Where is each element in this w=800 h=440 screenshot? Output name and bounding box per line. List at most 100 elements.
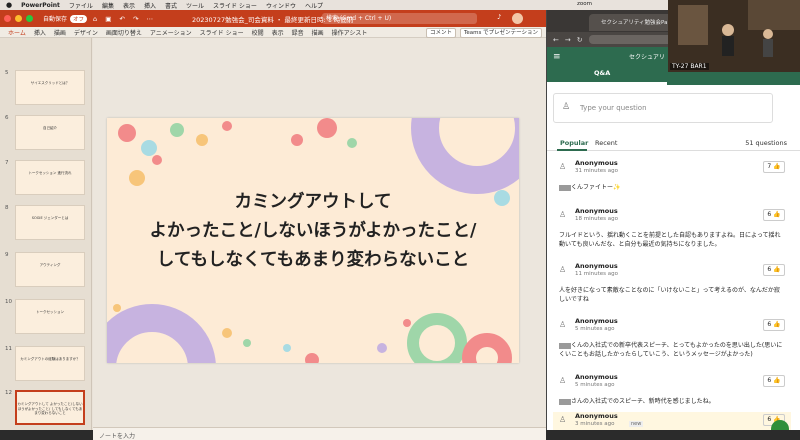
search-input[interactable]: 検索 (Cmd + Ctrl + U) [322,13,477,24]
thumbnail-card: トークセッション 進行流れ [15,160,85,195]
slido-panel: ≡ セクシュアリ Q&A ♙ Type your question Popula… [547,47,800,430]
thumbnail-number: 9 [5,252,9,258]
question-author: Anonymous [575,317,618,325]
apple-icon[interactable]: ● [6,1,12,9]
question-input[interactable]: ♙ Type your question [553,93,773,123]
like-button[interactable]: 7 👍 [763,161,785,173]
menu-slideshow[interactable]: スライド ショー [213,1,257,10]
thumbnail-number: 12 [5,390,12,396]
question-item: ♙ Anonymous 11 minutes ago 6 👍 人を好きになって素… [553,262,791,314]
menu-format[interactable]: 書式 [165,1,177,10]
like-button[interactable]: 6 👍 [763,319,785,331]
tab-insert[interactable]: 挿入 [34,28,46,37]
current-slide[interactable]: カミングアウトして よかったこと/しないほうがよかったこと/ してもしなくてもあ… [107,118,519,363]
question-text-body: くんの入社式での新卒代表スピーチ、とってもよかったのを思い出した(思いにくいこと… [559,342,783,358]
user-icon: ♙ [562,102,571,112]
slide-line-3: してもしなくてもあまり変わらないこと [156,250,470,270]
tab-slideshow[interactable]: スライド ショー [200,28,244,37]
avatar[interactable] [512,13,523,24]
menu-insert[interactable]: 挿入 [144,1,156,10]
tab-popular[interactable]: Popular [560,139,588,147]
question-time: 18 minutes ago [575,216,618,222]
like-count: 6 [767,377,772,384]
menu-view[interactable]: 表示 [123,1,135,10]
new-badge: new [629,421,644,427]
question-text: フルイドという、揺れ動くことを前提とした自認もありますよね。日によって揺れ動いて… [559,232,781,248]
thumbnail-number: 10 [5,299,12,305]
slide-title[interactable]: カミングアウトして よかったこと/しないほうがよかったこと/ してもしなくてもあ… [107,188,519,275]
autosave-toggle[interactable]: オフ [70,14,88,23]
thumbnail-number: 8 [5,205,9,211]
thumbnail-number: 6 [5,115,9,121]
forward-icon[interactable]: → [565,36,571,44]
thumbnail-card: アウティング [15,252,85,287]
question-item: ♙ Anonymous 18 minutes ago 6 👍 フルイドという、揺… [553,207,791,257]
question-text: くんの入社式での新卒代表スピーチ、とってもよかったのを思い出した(思いにくいこと… [559,341,785,359]
thumbnail-card: サイエスクリッドとは？ [15,70,85,105]
back-icon[interactable]: ← [553,36,559,44]
ribbon-tabs: ホーム 挿入 描画 デザイン 画面切り替え アニメーション スライド ショー 校… [0,27,546,38]
question-item: ♙ Anonymous 3 minutes ago new 6 👍 [553,412,791,430]
tab-qa[interactable]: Q&A [594,69,610,77]
question-text: くんファイトー✨ [559,183,785,192]
menu-window[interactable]: ウィンドウ [266,1,296,10]
minimize-window-icon[interactable] [15,15,22,22]
tab-draw2[interactable]: 描画 [312,28,324,37]
tab-draw[interactable]: 描画 [54,28,66,37]
like-button[interactable]: 6 👍 [763,375,785,387]
thumbnail-card: 自己紹介 [15,115,85,150]
browser-window: zoom セクシュアリティ勉強会Part2 ← → ↻ ≡ セクシュアリ Q&A… [546,1,800,430]
tab-transitions[interactable]: 画面切り替え [106,28,142,37]
tab-tell-me[interactable]: 操作アシスト [332,28,368,37]
like-count: 6 [767,266,772,273]
like-button[interactable]: 6 👍 [763,209,785,221]
thumbnail-card: カミングアウトの経験はありますか？ [15,346,85,381]
menu-file[interactable]: ファイル [69,1,93,10]
tab-recent[interactable]: Recent [595,139,617,147]
zoom-label: zoom [577,1,592,7]
menu-edit[interactable]: 編集 [102,1,114,10]
user-icon: ♙ [559,376,567,385]
slide-thumbnails[interactable]: 5 サイエスクリッドとは？ 6 自己紹介 7 トークセッション 進行流れ 8 S… [0,38,92,430]
tab-record[interactable]: 録音 [292,28,304,37]
question-time: 31 minutes ago [575,168,618,174]
like-button[interactable]: 6 👍 [763,264,785,276]
video-label: TY-27 BAR1 [670,63,709,70]
question-text-body: くんファイトー✨ [571,184,621,191]
reload-icon[interactable]: ↻ [577,36,583,44]
tab-animations[interactable]: アニメーション [150,28,192,37]
question-author: Anonymous [575,412,618,420]
close-window-icon[interactable] [4,15,11,22]
tab-design[interactable]: デザイン [74,28,98,37]
powerpoint-window: 自動保存 オフ ⌂ ▣ ↶ ↷ ⋯ 20230727勉強会_司会資料 ・ 最終更… [0,10,546,440]
like-count: 6 [767,321,772,328]
user-icon: ♙ [559,210,567,219]
teams-present-button[interactable]: Teams でプレゼンテーション [459,28,542,38]
menu-tools[interactable]: ツール [186,1,204,10]
quick-access-icons[interactable]: ⌂ ▣ ↶ ↷ ⋯ [93,15,156,23]
menu-app[interactable]: PowerPoint [21,2,60,9]
user-icon: ♙ [559,320,567,329]
comment-button[interactable]: コメント [425,28,456,38]
question-text: さんの入社式でのスピーチ、新時代を感じましたね。 [559,397,785,406]
menu-help[interactable]: ヘルプ [305,1,323,10]
menu-icon[interactable]: ≡ [553,52,561,62]
tab-view[interactable]: 表示 [272,28,284,37]
question-time: 5 minutes ago [575,326,615,332]
event-title: セクシュアリ [629,54,665,61]
slide-canvas[interactable]: カミングアウトして よかったこと/しないほうがよかったこと/ してもしなくてもあ… [93,38,546,430]
qa-underline [547,82,667,85]
video-feed: TY-27 BAR1 [668,0,800,72]
thumbnail-card: SOGIE ジェンダーとは [15,205,85,240]
tab-review[interactable]: 校閲 [252,28,264,37]
tab-home[interactable]: ホーム [8,28,26,37]
question-time: 3 minutes ago [575,421,615,427]
bell-icon[interactable]: ♪ [497,13,501,21]
thumbnail-number: 11 [5,346,12,352]
zoom-window-icon[interactable] [26,15,33,22]
notes-pane[interactable]: ノートを入力 [93,427,546,440]
question-author: Anonymous [575,373,618,381]
popular-underline [557,149,587,151]
like-count: 7 [767,163,772,170]
question-placeholder: Type your question [580,104,647,112]
